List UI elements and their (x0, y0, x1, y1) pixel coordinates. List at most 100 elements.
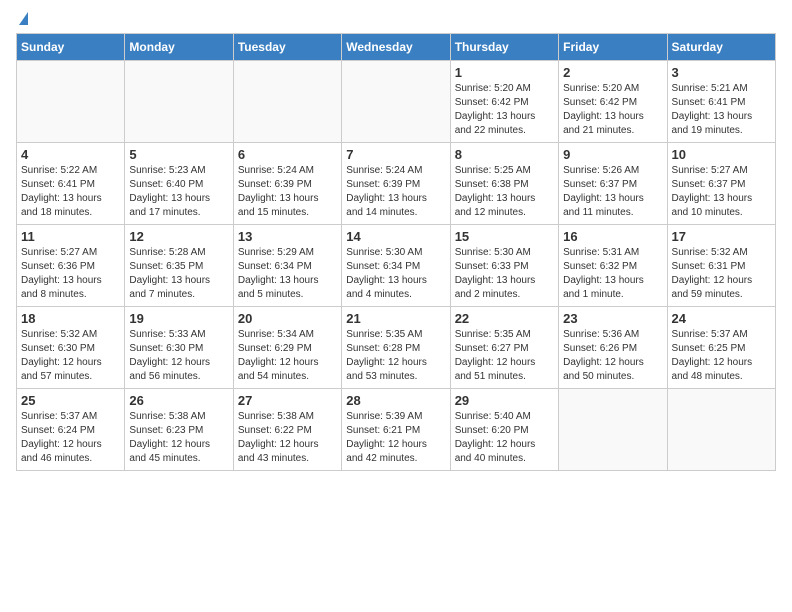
day-info: Sunrise: 5:22 AM Sunset: 6:41 PM Dayligh… (21, 164, 120, 220)
weekday-header-monday: Monday (125, 34, 233, 61)
day-number: 24 (672, 311, 771, 326)
day-number: 7 (346, 147, 445, 162)
day-info: Sunrise: 5:31 AM Sunset: 6:32 PM Dayligh… (563, 246, 662, 302)
weekday-header-sunday: Sunday (17, 34, 125, 61)
day-number: 18 (21, 311, 120, 326)
day-info: Sunrise: 5:38 AM Sunset: 6:22 PM Dayligh… (238, 410, 337, 466)
calendar-cell (342, 61, 450, 143)
header (16, 16, 776, 25)
day-number: 8 (455, 147, 554, 162)
logo-icon (19, 12, 28, 25)
weekday-header-row: SundayMondayTuesdayWednesdayThursdayFrid… (17, 34, 776, 61)
calendar-cell: 15 Sunrise: 5:30 AM Sunset: 6:33 PM Dayli… (450, 225, 558, 307)
calendar-cell: 5 Sunrise: 5:23 AM Sunset: 6:40 PM Daylig… (125, 143, 233, 225)
calendar-cell (667, 389, 775, 471)
day-info: Sunrise: 5:30 AM Sunset: 6:34 PM Dayligh… (346, 246, 445, 302)
day-number: 5 (129, 147, 228, 162)
weekday-header-wednesday: Wednesday (342, 34, 450, 61)
calendar-cell: 10 Sunrise: 5:27 AM Sunset: 6:37 PM Dayli… (667, 143, 775, 225)
weekday-header-thursday: Thursday (450, 34, 558, 61)
day-info: Sunrise: 5:36 AM Sunset: 6:26 PM Dayligh… (563, 328, 662, 384)
day-number: 12 (129, 229, 228, 244)
week-row-3: 11 Sunrise: 5:27 AM Sunset: 6:36 PM Dayli… (17, 225, 776, 307)
calendar-cell: 3 Sunrise: 5:21 AM Sunset: 6:41 PM Daylig… (667, 61, 775, 143)
calendar-cell: 14 Sunrise: 5:30 AM Sunset: 6:34 PM Dayli… (342, 225, 450, 307)
calendar-cell: 12 Sunrise: 5:28 AM Sunset: 6:35 PM Dayli… (125, 225, 233, 307)
day-info: Sunrise: 5:24 AM Sunset: 6:39 PM Dayligh… (346, 164, 445, 220)
day-info: Sunrise: 5:24 AM Sunset: 6:39 PM Dayligh… (238, 164, 337, 220)
day-info: Sunrise: 5:40 AM Sunset: 6:20 PM Dayligh… (455, 410, 554, 466)
calendar-cell: 13Sunrise: 5:29 AM Sunset: 6:34 PM Dayli… (233, 225, 341, 307)
calendar-cell (233, 61, 341, 143)
calendar-cell: 1 Sunrise: 5:20 AM Sunset: 6:42 PM Daylig… (450, 61, 558, 143)
day-info: Sunrise: 5:20 AM Sunset: 6:42 PM Dayligh… (455, 82, 554, 138)
day-info: Sunrise: 5:30 AM Sunset: 6:33 PM Dayligh… (455, 246, 554, 302)
calendar-cell: 11 Sunrise: 5:27 AM Sunset: 6:36 PM Dayli… (17, 225, 125, 307)
calendar-cell: 22 Sunrise: 5:35 AM Sunset: 6:27 PM Dayli… (450, 307, 558, 389)
day-info: Sunrise: 5:27 AM Sunset: 6:37 PM Dayligh… (672, 164, 771, 220)
day-number: 17 (672, 229, 771, 244)
calendar-cell (125, 61, 233, 143)
day-number: 26 (129, 393, 228, 408)
calendar-cell: 7 Sunrise: 5:24 AM Sunset: 6:39 PM Daylig… (342, 143, 450, 225)
day-info: Sunrise: 5:35 AM Sunset: 6:27 PM Dayligh… (455, 328, 554, 384)
day-number: 27 (238, 393, 337, 408)
calendar-cell: 4 Sunrise: 5:22 AM Sunset: 6:41 PM Daylig… (17, 143, 125, 225)
day-number: 19 (129, 311, 228, 326)
weekday-header-saturday: Saturday (667, 34, 775, 61)
calendar-cell: 9Sunrise: 5:26 AM Sunset: 6:37 PM Daylig… (559, 143, 667, 225)
day-info: Sunrise: 5:28 AM Sunset: 6:35 PM Dayligh… (129, 246, 228, 302)
day-info: Sunrise: 5:26 AM Sunset: 6:37 PM Dayligh… (563, 164, 662, 220)
calendar-cell (17, 61, 125, 143)
day-number: 16 (563, 229, 662, 244)
calendar-cell: 29 Sunrise: 5:40 AM Sunset: 6:20 PM Dayli… (450, 389, 558, 471)
day-info: Sunrise: 5:33 AM Sunset: 6:30 PM Dayligh… (129, 328, 228, 384)
calendar-cell: 2 Sunrise: 5:20 AM Sunset: 6:42 PM Daylig… (559, 61, 667, 143)
day-info: Sunrise: 5:25 AM Sunset: 6:38 PM Dayligh… (455, 164, 554, 220)
day-number: 11 (21, 229, 120, 244)
calendar-cell: 23 Sunrise: 5:36 AM Sunset: 6:26 PM Dayli… (559, 307, 667, 389)
day-info: Sunrise: 5:32 AM Sunset: 6:30 PM Dayligh… (21, 328, 120, 384)
day-number: 15 (455, 229, 554, 244)
calendar-cell: 17 Sunrise: 5:32 AM Sunset: 6:31 PM Dayli… (667, 225, 775, 307)
day-info: Sunrise: 5:23 AM Sunset: 6:40 PM Dayligh… (129, 164, 228, 220)
day-info: Sunrise: 5:39 AM Sunset: 6:21 PM Dayligh… (346, 410, 445, 466)
logo (16, 16, 28, 25)
day-info: Sunrise: 5:32 AM Sunset: 6:31 PM Dayligh… (672, 246, 771, 302)
week-row-2: 4 Sunrise: 5:22 AM Sunset: 6:41 PM Daylig… (17, 143, 776, 225)
day-info: Sunrise: 5:37 AM Sunset: 6:25 PM Dayligh… (672, 328, 771, 384)
week-row-4: 18 Sunrise: 5:32 AM Sunset: 6:30 PM Dayli… (17, 307, 776, 389)
day-info: Sunrise: 5:21 AM Sunset: 6:41 PM Dayligh… (672, 82, 771, 138)
day-number: 14 (346, 229, 445, 244)
day-number: 22 (455, 311, 554, 326)
calendar-cell: 20Sunrise: 5:34 AM Sunset: 6:29 PM Dayli… (233, 307, 341, 389)
day-number: 13 (238, 229, 337, 244)
day-number: 23 (563, 311, 662, 326)
calendar: SundayMondayTuesdayWednesdayThursdayFrid… (16, 33, 776, 471)
calendar-cell: 28 Sunrise: 5:39 AM Sunset: 6:21 PM Dayli… (342, 389, 450, 471)
weekday-header-tuesday: Tuesday (233, 34, 341, 61)
day-info: Sunrise: 5:34 AM Sunset: 6:29 PM Dayligh… (238, 328, 337, 384)
calendar-cell: 8 Sunrise: 5:25 AM Sunset: 6:38 PM Daylig… (450, 143, 558, 225)
day-number: 4 (21, 147, 120, 162)
calendar-cell (559, 389, 667, 471)
calendar-cell: 16 Sunrise: 5:31 AM Sunset: 6:32 PM Dayli… (559, 225, 667, 307)
day-number: 3 (672, 65, 771, 80)
day-info: Sunrise: 5:27 AM Sunset: 6:36 PM Dayligh… (21, 246, 120, 302)
day-number: 25 (21, 393, 120, 408)
day-info: Sunrise: 5:20 AM Sunset: 6:42 PM Dayligh… (563, 82, 662, 138)
calendar-cell: 19 Sunrise: 5:33 AM Sunset: 6:30 PM Dayli… (125, 307, 233, 389)
day-info: Sunrise: 5:38 AM Sunset: 6:23 PM Dayligh… (129, 410, 228, 466)
weekday-header-friday: Friday (559, 34, 667, 61)
day-number: 1 (455, 65, 554, 80)
calendar-cell: 24 Sunrise: 5:37 AM Sunset: 6:25 PM Dayli… (667, 307, 775, 389)
day-number: 21 (346, 311, 445, 326)
day-number: 2 (563, 65, 662, 80)
calendar-cell: 21Sunrise: 5:35 AM Sunset: 6:28 PM Dayli… (342, 307, 450, 389)
calendar-cell: 27 Sunrise: 5:38 AM Sunset: 6:22 PM Dayli… (233, 389, 341, 471)
day-number: 10 (672, 147, 771, 162)
day-number: 28 (346, 393, 445, 408)
calendar-cell: 26 Sunrise: 5:38 AM Sunset: 6:23 PM Dayli… (125, 389, 233, 471)
day-number: 29 (455, 393, 554, 408)
calendar-cell: 6Sunrise: 5:24 AM Sunset: 6:39 PM Daylig… (233, 143, 341, 225)
